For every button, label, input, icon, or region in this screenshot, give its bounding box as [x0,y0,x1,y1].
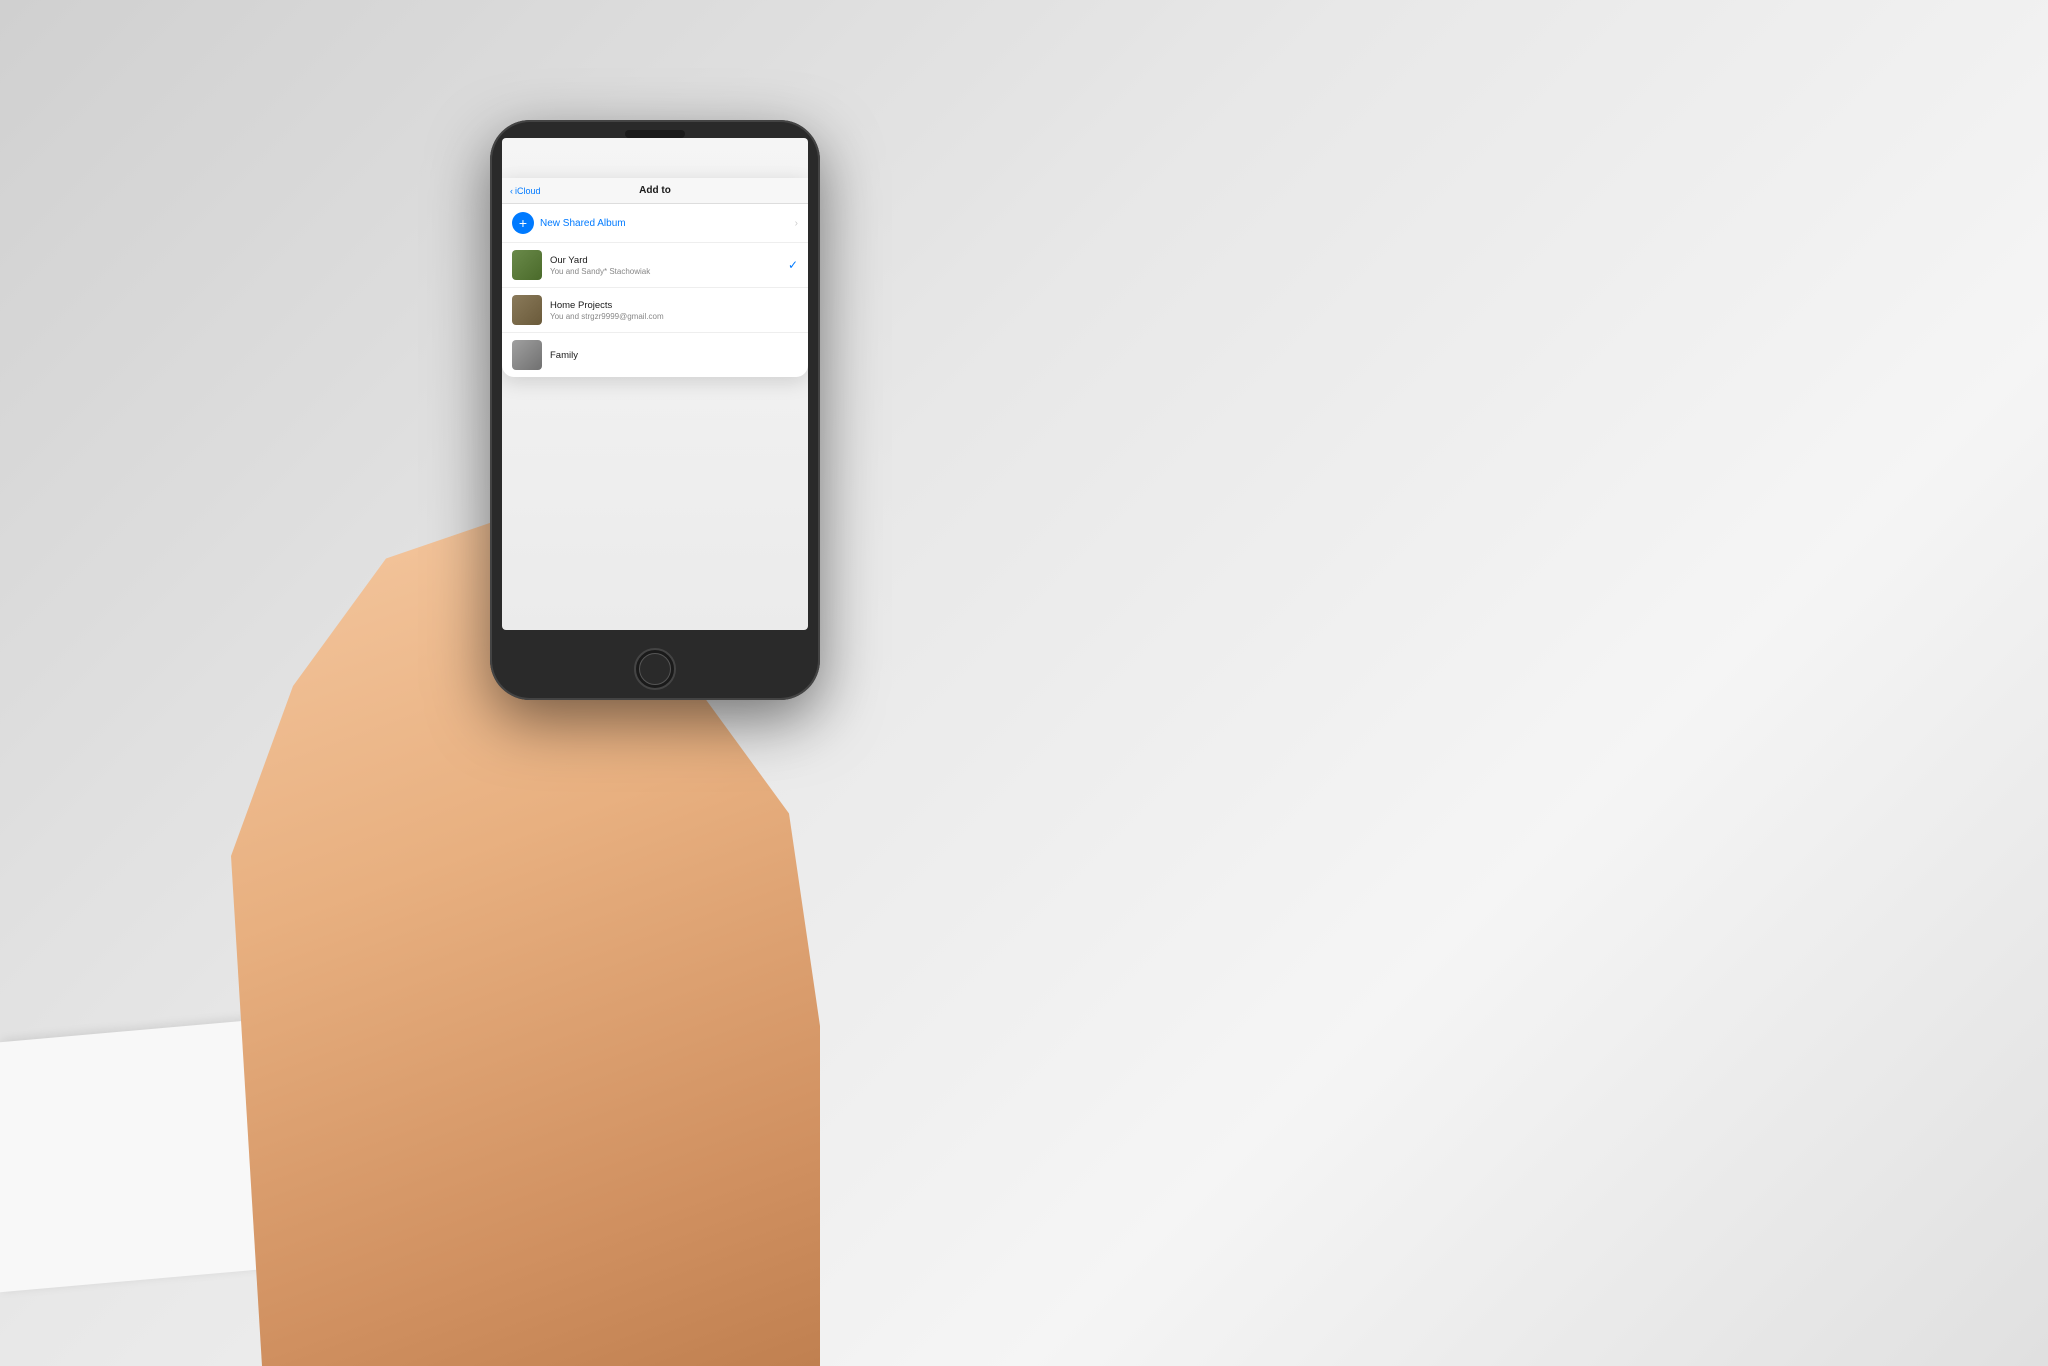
add-to-title: Add to [639,185,671,196]
album-home-projects[interactable]: Home Projects You and strgzr9999@gmail.c… [502,288,808,333]
family-thumbnail [512,340,542,370]
home-projects-subtitle: You and strgzr9999@gmail.com [550,312,798,321]
camera-notch [625,130,685,138]
home-projects-name: Home Projects [550,300,798,311]
home-button[interactable] [634,648,676,690]
album-family[interactable]: Family [502,333,808,377]
our-yard-thumbnail [512,250,542,280]
back-label: iCloud [515,186,541,196]
add-to-back-button[interactable]: ‹ iCloud [510,186,541,196]
our-yard-name: Our Yard [550,255,780,266]
new-shared-album-label: New Shared Album [540,218,789,229]
back-chevron-icon: ‹ [510,186,513,196]
home-projects-text: Home Projects You and strgzr9999@gmail.c… [550,300,798,321]
plus-icon: + [512,212,534,234]
our-yard-text: Our Yard You and Sandy* Stachowiak [550,255,780,276]
our-yard-checkmark: ✓ [788,258,798,272]
add-to-nav: ‹ iCloud Add to [502,178,808,204]
new-shared-album-item[interactable]: + New Shared Album › [502,204,808,243]
family-text: Family [550,350,798,361]
home-button-inner [639,653,671,685]
add-to-panel: ‹ iCloud Add to + New Shared Album › Our… [502,178,808,377]
chevron-right-icon: › [795,218,798,229]
phone-screen: AT&T Wi-Fi 11:23 AM 84% [502,138,808,630]
home-projects-thumbnail [512,295,542,325]
our-yard-subtitle: You and Sandy* Stachowiak [550,267,780,276]
phone-frame: AT&T Wi-Fi 11:23 AM 84% [490,120,820,700]
album-our-yard[interactable]: Our Yard You and Sandy* Stachowiak ✓ [502,243,808,288]
family-name: Family [550,350,798,361]
